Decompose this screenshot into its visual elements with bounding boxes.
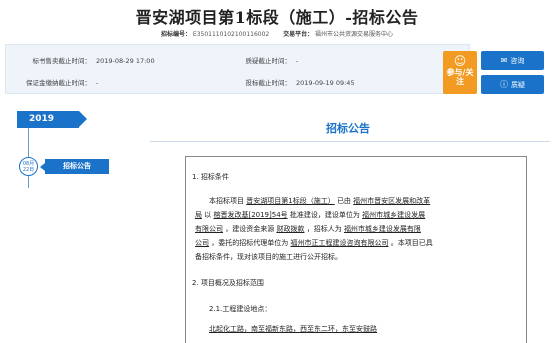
doc-agent: 福州市正工程建设咨询有限公司 [290,239,389,247]
doc-paragraph-line: 公司 ，委托的招标代理单位为 福州市正工程建设咨询有限公司 。本项目已具 [195,237,521,249]
bid-deadline-label: 投标截止时间： [245,79,292,87]
doc-approval-number: 榕晋发改基[2019]54号 [213,211,288,219]
page-title: 晋安湖项目第1标段（施工）-招标公告 [135,8,419,27]
deposit-deadline-label: 保证金缴纳截止时间： [26,79,91,87]
doc-tenderee: 福州市城乡建设发展有限 [343,225,421,233]
doc-approval-authority-cont: 局 [195,211,202,219]
doc-owner: 福州市城乡建设发展 [362,211,426,219]
doc-location: 北起化工路，南至福新东路，西至东二环，东至安鼓路 [209,325,377,333]
bid-deadline-row: 投标截止时间： 2019-09-19 09:45 [206,77,355,87]
doc-paragraph-line: 局 以 榕晋发改基[2019]54号 批准建设，建设单位为 福州市城乡建设发展 [195,209,521,221]
follow-button-label: 参与/关注 [446,68,474,86]
platform-value: 福州市公共资源交易服务中心 [315,31,394,38]
question-button-label: 质疑 [511,80,525,89]
doc-text: ，委托的招标代理单位为 [211,239,289,247]
chat-icon: ✉ [500,56,508,65]
sale-deadline-value: 2019-08-29 17:00 [96,57,155,65]
doc-paragraph-line: 备招标条件，现对该项目的施工进行公开招标。 [195,253,342,261]
doc-approval-authority: 福州市晋安区发展和改革 [353,197,431,205]
deadline-info-panel: 标书售卖截止时间： 2019-08-29 17:00 质疑截止时间： - 保证金缴纳… [5,44,470,94]
tab-tender-notice[interactable]: 招标公告 [40,159,109,174]
section-title: 招标公告 [326,122,370,135]
consult-button-label: 咨询 [510,56,525,65]
doc-paragraph-line: 本招标项目 晋安湖项目第1标段（施工） 已由 福州市晋安区发展和改革 [195,195,521,207]
doc-text: 批准建设，建设单位为 [289,211,360,219]
question-button[interactable]: ⓘ 质疑 [481,75,544,94]
user-follow-icon: ☺ [453,54,467,68]
question-icon: ⓘ [500,80,508,89]
platform-label: 交易平台： [283,31,314,38]
sale-deadline-label: 标书售卖截止时间： [32,57,92,65]
timeline-date-day: 22日 [22,167,35,173]
doc-fund-source: 财政拨款 [276,225,305,233]
doc-text: ，招标人为 [306,225,342,233]
sale-deadline-row: 标书售卖截止时间： 2019-08-29 17:00 [12,55,155,65]
deposit-deadline-value: - [96,79,99,87]
doc-text: ，建设资金来源 [225,225,275,233]
doc-tenderee-cont: 公司 [195,239,209,247]
timeline-date: 08月 22日 [19,157,38,176]
doc-heading-2: 2. 项目概况及招标范围 [192,279,264,287]
notice-document: 1. 招标条件 本招标项目 晋安湖项目第1标段（施工） 已由 福州市晋安区发展和… [185,156,527,343]
doc-text: 以 [204,211,212,219]
doc-text: 本招标项目 [209,197,244,205]
deposit-deadline-row: 保证金缴纳截止时间： - [12,77,98,87]
doc-paragraph-line: 有限公司 ，建设资金来源 财政拨款 ，招标人为 福州市城乡建设发展有限 [195,223,521,235]
tender-code-value: E3501110102100116002 [192,31,270,38]
question-deadline-value: - [296,57,299,65]
project-meta: 招标编号： E3501110102100116002 交易平台： 福州市公共资源… [0,29,554,38]
doc-text: 。本项目已具 [390,239,433,247]
consult-button[interactable]: ✉ 咨询 [481,51,544,70]
bid-deadline-value: 2019-09-19 09:45 [296,79,355,87]
timeline-year: 2019 [17,111,87,128]
doc-heading-1: 1. 招标条件 [192,173,229,181]
doc-project-name: 晋安湖项目第1标段（施工） [246,197,335,205]
question-deadline-row: 质疑截止时间： - [206,55,299,65]
question-deadline-label: 质疑截止时间： [245,57,292,65]
tender-code-label: 招标编号： [160,31,191,38]
doc-subheading-2-1: 2.1.工程建设地点： [209,305,272,313]
doc-owner-cont: 有限公司 [195,225,223,233]
doc-text: 已由 [336,197,351,205]
section-divider [150,141,550,142]
follow-button[interactable]: ☺ 参与/关注 [443,51,477,94]
